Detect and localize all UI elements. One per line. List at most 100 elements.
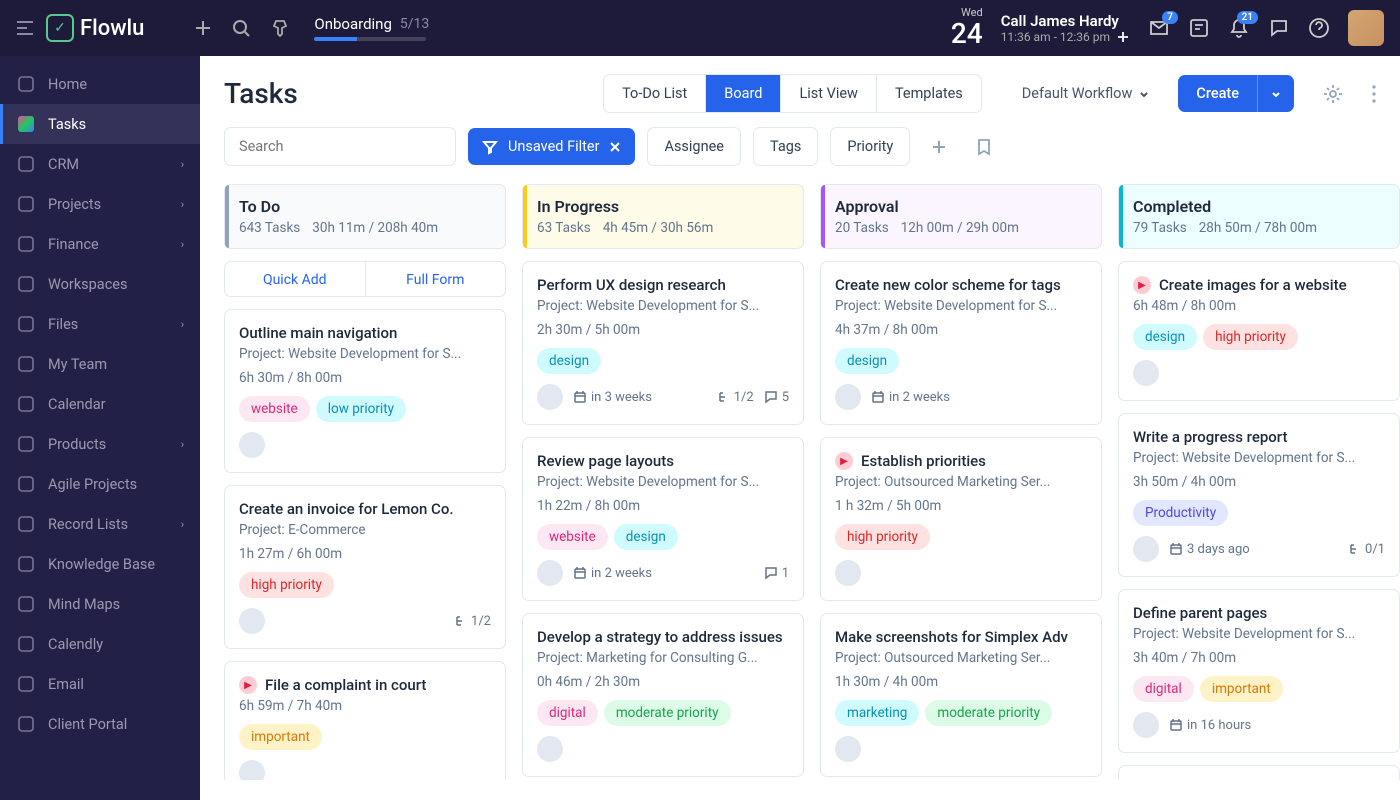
column-meta: 63 Tasks4h 45m / 30h 56m: [537, 220, 789, 236]
sidebar-item-mind-maps[interactable]: Mind Maps: [0, 584, 200, 624]
full-form-button[interactable]: Full Form: [366, 262, 506, 296]
tag[interactable]: Productivity: [1133, 500, 1228, 526]
sidebar-item-agile-projects[interactable]: Agile Projects: [0, 464, 200, 504]
topbar: ✓ Flowlu Onboarding 5/13 Wed 24 Call Jam…: [0, 0, 1400, 56]
filter-assignee[interactable]: Assignee: [647, 127, 740, 166]
bell-badge: 21: [1237, 11, 1258, 24]
view-tab-list-view[interactable]: List View: [781, 75, 877, 112]
tag[interactable]: design: [1133, 324, 1197, 350]
assignee-avatar[interactable]: [835, 384, 861, 410]
sidebar-item-finance[interactable]: Finance›: [0, 224, 200, 264]
sidebar-item-my-team[interactable]: My Team: [0, 344, 200, 384]
task-card[interactable]: Create an agreement: [1118, 765, 1400, 780]
workflow-select[interactable]: Default Workflow: [1022, 85, 1151, 102]
assignee-avatar[interactable]: [239, 608, 265, 634]
create-button[interactable]: Create: [1178, 75, 1257, 112]
sidebar-item-calendar[interactable]: Calendar: [0, 384, 200, 424]
search-icon[interactable]: [232, 19, 250, 37]
assignee-avatar[interactable]: [537, 560, 563, 586]
sidebar-item-home[interactable]: Home: [0, 64, 200, 104]
sidebar-item-files[interactable]: Files›: [0, 304, 200, 344]
filter-priority[interactable]: Priority: [830, 127, 910, 166]
task-card[interactable]: ▶File a complaint in court6h 59m / 7h 40…: [224, 661, 506, 780]
assignee-avatar[interactable]: [835, 736, 861, 762]
tag[interactable]: design: [835, 348, 899, 374]
task-card[interactable]: Review page layoutsProject: Website Deve…: [522, 437, 804, 601]
tag[interactable]: design: [614, 524, 678, 550]
task-card[interactable]: Develop a strategy to address issuesProj…: [522, 613, 804, 777]
more-icon[interactable]: [1372, 85, 1376, 103]
task-card[interactable]: Make screenshots for Simplex AdvProject:…: [820, 613, 1102, 777]
tag[interactable]: marketing: [835, 700, 919, 726]
task-card[interactable]: Perform UX design researchProject: Websi…: [522, 261, 804, 425]
tag[interactable]: high priority: [239, 572, 334, 598]
sidebar-item-projects[interactable]: Projects›: [0, 184, 200, 224]
onboarding-widget[interactable]: Onboarding 5/13: [314, 15, 429, 41]
menu-toggle-icon[interactable]: [16, 21, 34, 35]
close-icon[interactable]: [609, 141, 621, 153]
sidebar-item-knowledge-base[interactable]: Knowledge Base: [0, 544, 200, 584]
view-tab-to-do-list[interactable]: To-Do List: [604, 75, 706, 112]
date-widget[interactable]: Wed 24: [951, 7, 983, 50]
card-time: 4h 37m / 8h 00m: [835, 322, 1087, 338]
tag[interactable]: design: [537, 348, 601, 374]
bookmark-icon[interactable]: [968, 130, 1000, 164]
add-event-icon[interactable]: [1116, 30, 1130, 44]
task-card[interactable]: Define parent pagesProject: Website Deve…: [1118, 589, 1400, 753]
task-card[interactable]: ▶Create images for a website6h 48m / 8h …: [1118, 261, 1400, 401]
assignee-avatar[interactable]: [537, 736, 563, 762]
assignee-avatar[interactable]: [239, 760, 265, 780]
column-meta: 79 Tasks28h 50m / 78h 00m: [1133, 220, 1385, 236]
logo[interactable]: ✓ Flowlu: [46, 14, 144, 42]
tag[interactable]: low priority: [316, 396, 406, 422]
tag[interactable]: important: [239, 724, 322, 750]
sidebar-item-client-portal[interactable]: Client Portal: [0, 704, 200, 744]
assignee-avatar[interactable]: [1133, 360, 1159, 386]
sidebar-item-calendly[interactable]: Calendly: [0, 624, 200, 664]
bell-icon[interactable]: 21: [1228, 17, 1250, 39]
sidebar-item-workspaces[interactable]: Workspaces: [0, 264, 200, 304]
task-card[interactable]: Outline main navigationProject: Website …: [224, 309, 506, 473]
user-avatar[interactable]: [1348, 10, 1384, 46]
active-filter-chip[interactable]: Unsaved Filter: [468, 128, 635, 165]
card-title: Perform UX design research: [537, 276, 789, 294]
task-card[interactable]: Create an invoice for Lemon Co.Project: …: [224, 485, 506, 649]
tag[interactable]: high priority: [835, 524, 930, 550]
quick-add-button[interactable]: Quick Add: [225, 262, 366, 296]
help-icon[interactable]: [1308, 17, 1330, 39]
assignee-avatar[interactable]: [1133, 536, 1159, 562]
sidebar-item-crm[interactable]: CRM›: [0, 144, 200, 184]
sidebar-item-email[interactable]: Email: [0, 664, 200, 704]
tag[interactable]: website: [537, 524, 608, 550]
view-tab-board[interactable]: Board: [706, 75, 781, 112]
sidebar-item-record-lists[interactable]: Record Lists›: [0, 504, 200, 544]
settings-icon[interactable]: [1322, 83, 1344, 105]
task-card[interactable]: Write a progress reportProject: Website …: [1118, 413, 1400, 577]
task-card[interactable]: Create new color scheme for tagsProject:…: [820, 261, 1102, 425]
next-event[interactable]: Call James Hardy 11:36 am - 12:36 pm: [1001, 12, 1130, 44]
create-dropdown[interactable]: [1257, 75, 1294, 112]
add-filter-icon[interactable]: [922, 130, 956, 164]
tag[interactable]: digital: [537, 700, 598, 726]
chat-icon[interactable]: [1268, 17, 1290, 39]
notes-icon[interactable]: [1188, 17, 1210, 39]
tag[interactable]: website: [239, 396, 310, 422]
view-tab-templates[interactable]: Templates: [877, 75, 981, 112]
assignee-avatar[interactable]: [835, 560, 861, 586]
search-input[interactable]: [224, 127, 456, 166]
tag[interactable]: moderate priority: [604, 700, 731, 726]
assignee-avatar[interactable]: [239, 432, 265, 458]
pin-icon[interactable]: [270, 18, 290, 38]
inbox-icon[interactable]: 7: [1148, 17, 1170, 39]
task-card[interactable]: ▶Establish prioritiesProject: Outsourced…: [820, 437, 1102, 601]
assignee-avatar[interactable]: [537, 384, 563, 410]
tag[interactable]: digital: [1133, 676, 1194, 702]
tag[interactable]: important: [1200, 676, 1283, 702]
assignee-avatar[interactable]: [1133, 712, 1159, 738]
tag[interactable]: moderate priority: [925, 700, 1052, 726]
sidebar-item-products[interactable]: Products›: [0, 424, 200, 464]
tag[interactable]: high priority: [1203, 324, 1298, 350]
sidebar-item-tasks[interactable]: Tasks: [0, 104, 200, 144]
filter-tags[interactable]: Tags: [753, 127, 818, 166]
add-icon[interactable]: [194, 19, 212, 37]
